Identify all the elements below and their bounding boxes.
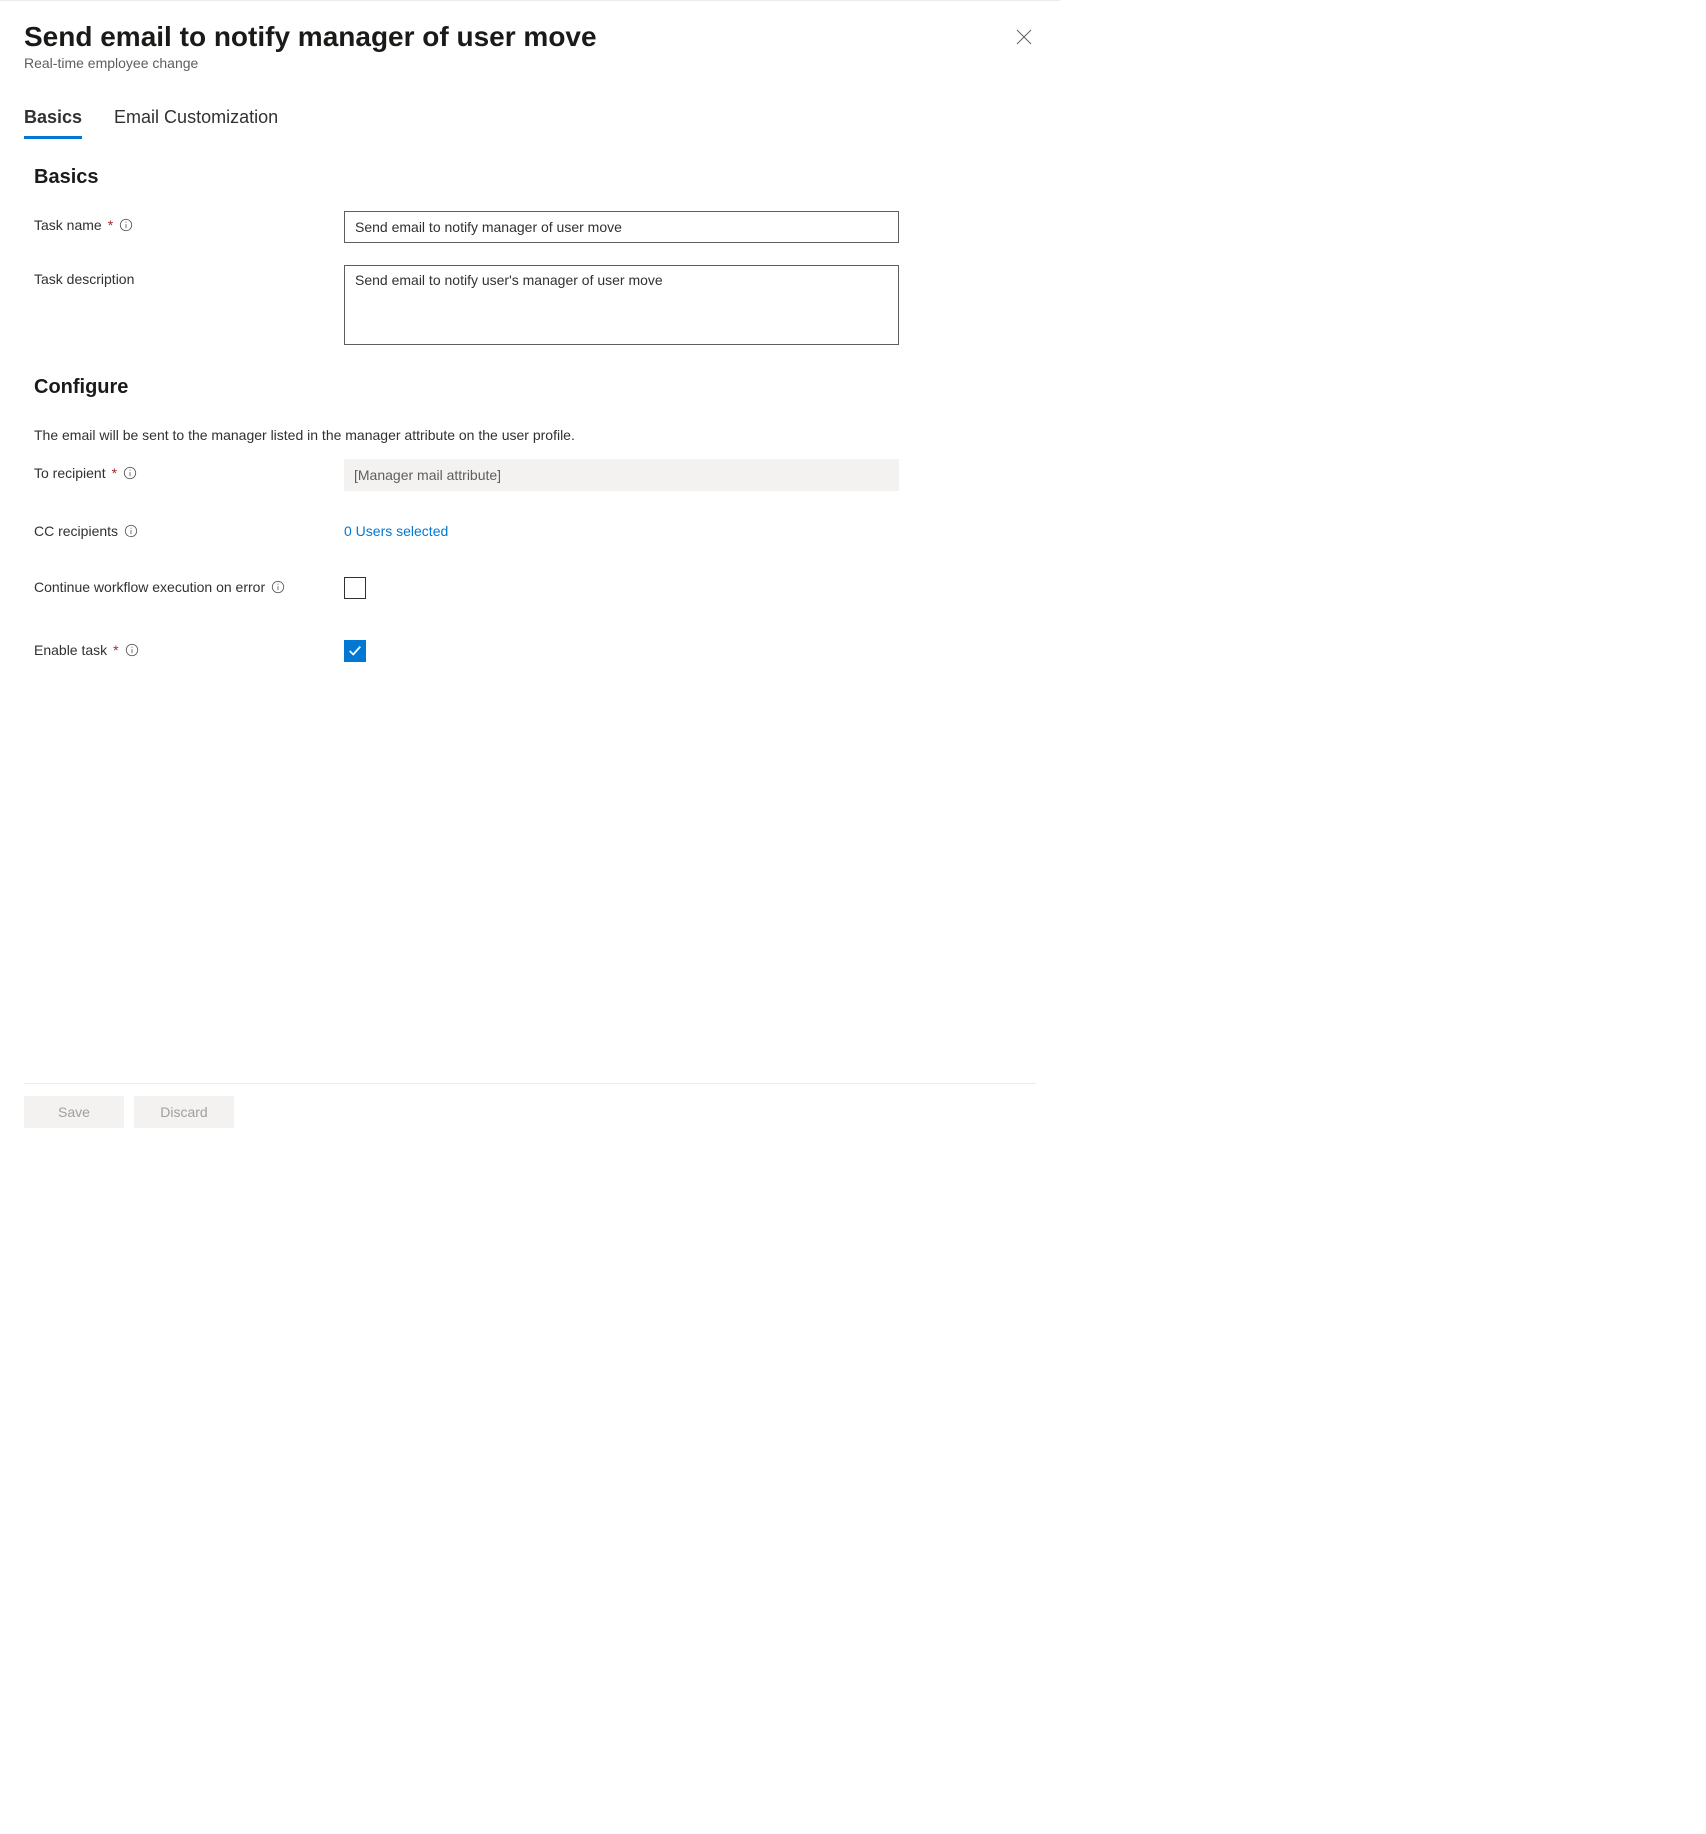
required-asterisk: * [113, 642, 118, 658]
configure-helper-text: The email will be sent to the manager li… [34, 427, 1036, 443]
footer-bar: Save Discard [24, 1083, 1036, 1140]
task-description-input[interactable]: Send email to notify user's manager of u… [344, 265, 899, 345]
tab-bar: Basics Email Customization [24, 107, 1036, 138]
to-recipient-label: To recipient * [34, 459, 344, 481]
continue-on-error-label-text: Continue workflow execution on error [34, 579, 265, 595]
task-description-label: Task description [34, 265, 344, 287]
tab-email-customization[interactable]: Email Customization [114, 107, 278, 138]
info-icon[interactable] [124, 524, 138, 538]
continue-on-error-checkbox[interactable] [344, 577, 366, 599]
task-name-label: Task name * [34, 211, 344, 233]
panel-title: Send email to notify manager of user mov… [24, 21, 1036, 53]
save-button[interactable]: Save [24, 1096, 124, 1128]
task-name-label-text: Task name [34, 217, 102, 233]
task-description-label-text: Task description [34, 271, 134, 287]
cc-recipients-label-text: CC recipients [34, 523, 118, 539]
enable-task-checkbox[interactable] [344, 640, 366, 662]
task-name-input[interactable] [344, 211, 899, 243]
panel-subtitle: Real-time employee change [24, 55, 1036, 71]
configure-heading: Configure [34, 376, 1036, 399]
continue-on-error-label: Continue workflow execution on error [34, 577, 344, 595]
required-asterisk: * [108, 217, 113, 233]
tab-basics[interactable]: Basics [24, 107, 82, 138]
close-icon [1016, 29, 1032, 45]
enable-task-label: Enable task * [34, 640, 344, 658]
enable-task-label-text: Enable task [34, 642, 107, 658]
info-icon[interactable] [271, 580, 285, 594]
info-icon[interactable] [125, 643, 139, 657]
discard-button[interactable]: Discard [134, 1096, 234, 1128]
basics-heading: Basics [34, 166, 1036, 189]
info-icon[interactable] [119, 218, 133, 232]
to-recipient-field: [Manager mail attribute] [344, 459, 899, 491]
cc-recipients-label: CC recipients [34, 517, 344, 539]
close-button[interactable] [1014, 27, 1034, 47]
info-icon[interactable] [123, 466, 137, 480]
cc-recipients-link[interactable]: 0 Users selected [344, 517, 448, 539]
required-asterisk: * [112, 465, 117, 481]
to-recipient-label-text: To recipient [34, 465, 106, 481]
